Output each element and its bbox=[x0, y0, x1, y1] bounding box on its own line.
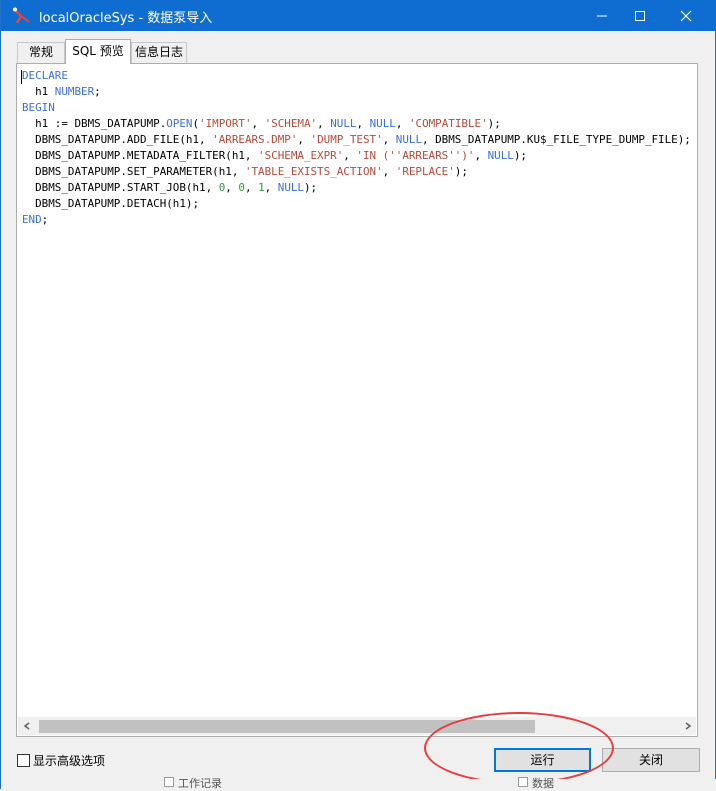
code-keyword: NULL bbox=[487, 149, 514, 162]
code-text: , bbox=[251, 117, 265, 130]
code-string: 'SCHEMA' bbox=[264, 117, 318, 130]
close-icon bbox=[680, 10, 692, 21]
code-string: 'IN (''ARREARS'')' bbox=[356, 149, 475, 162]
code-string: 'SCHEMA_EXPR' bbox=[258, 149, 344, 162]
code-text: , bbox=[264, 181, 278, 194]
sql-preview-editor[interactable]: DECLARE h1 NUMBER; BEGIN h1 := DBMS_DATAP… bbox=[16, 63, 698, 737]
scrollbar-thumb[interactable] bbox=[39, 720, 535, 733]
code-keyword: DECLARE bbox=[22, 69, 68, 82]
chevron-right-icon bbox=[685, 722, 691, 730]
code-string: 'COMPATIBLE' bbox=[408, 117, 488, 130]
horizontal-scrollbar[interactable] bbox=[18, 717, 696, 735]
code-line: h1 NUMBER; bbox=[22, 84, 697, 100]
show-advanced-checkbox[interactable] bbox=[17, 754, 30, 767]
sql-code: DECLARE h1 NUMBER; BEGIN h1 := DBMS_DATAP… bbox=[22, 68, 697, 228]
code-text: ); bbox=[304, 181, 318, 194]
code-text: h1 bbox=[22, 85, 55, 98]
code-keyword: NULL bbox=[395, 133, 423, 146]
scroll-right-button[interactable] bbox=[679, 717, 696, 735]
window-title-suffix: - 数据泵导入 bbox=[134, 11, 213, 26]
background-window-strip bbox=[1, 779, 716, 789]
run-button[interactable]: 运行 bbox=[494, 748, 591, 772]
code-line: DECLARE bbox=[22, 68, 697, 84]
minimize-icon bbox=[597, 15, 607, 16]
code-keyword: NUMBER bbox=[54, 85, 95, 98]
code-line: END; bbox=[22, 212, 697, 228]
code-text: DBMS_DATAPUMP.SET_PARAMETER(h1, bbox=[22, 165, 245, 178]
code-text: , bbox=[317, 117, 331, 130]
code-keyword: END bbox=[22, 213, 42, 226]
maximize-button[interactable] bbox=[617, 0, 663, 31]
code-text: DBMS_DATAPUMP.METADATA_FILTER(h1, bbox=[22, 149, 259, 162]
title-bar[interactable]: localOracleSys - 数据泵导入 bbox=[1, 0, 716, 31]
code-text: , bbox=[382, 133, 396, 146]
code-text: h1 := DBMS_DATAPUMP. bbox=[22, 117, 167, 130]
code-text: , bbox=[244, 181, 259, 194]
import-dialog-window: localOracleSys - 数据泵导入 常规 SQL 预览 信息日志 DE… bbox=[0, 0, 716, 790]
background-checkbox bbox=[518, 777, 528, 787]
code-text: , bbox=[395, 117, 409, 130]
code-line: DBMS_DATAPUMP.SET_PARAMETER(h1, 'TABLE_E… bbox=[22, 164, 697, 180]
code-text: ; bbox=[41, 213, 49, 226]
code-text: , bbox=[356, 117, 370, 130]
code-keyword: OPEN bbox=[166, 117, 193, 130]
code-keyword: NULL bbox=[369, 117, 396, 130]
code-text: , bbox=[297, 133, 311, 146]
code-string: 'IMPORT' bbox=[199, 117, 252, 130]
code-line: DBMS_DATAPUMP.METADATA_FILTER(h1, 'SCHEM… bbox=[22, 148, 697, 164]
tab-sql-preview[interactable]: SQL 预览 bbox=[65, 39, 131, 64]
close-window-button[interactable] bbox=[663, 0, 709, 31]
tab-info-log[interactable]: 信息日志 bbox=[131, 42, 187, 63]
code-text: DBMS_DATAPUMP.ADD_FILE(h1, bbox=[22, 133, 213, 146]
code-text: ); bbox=[454, 165, 468, 178]
code-string: 'DUMP_TEST' bbox=[310, 133, 383, 146]
code-text: , DBMS_DATAPUMP.KU$_FILE_TYPE_DUMP_FILE)… bbox=[422, 133, 691, 146]
scroll-left-button[interactable] bbox=[18, 717, 35, 735]
code-line: DBMS_DATAPUMP.ADD_FILE(h1, 'ARREARS.DMP'… bbox=[22, 132, 697, 148]
code-string: 'TABLE_EXISTS_ACTION' bbox=[244, 165, 383, 178]
background-checkbox bbox=[164, 777, 174, 787]
code-text: , bbox=[225, 181, 239, 194]
code-keyword: BEGIN bbox=[22, 101, 55, 114]
tab-general[interactable]: 常规 bbox=[17, 42, 65, 63]
code-text: , bbox=[382, 165, 396, 178]
chevron-left-icon bbox=[23, 722, 29, 730]
code-text: DBMS_DATAPUMP.START_JOB(h1, bbox=[22, 181, 219, 194]
code-line: DBMS_DATAPUMP.START_JOB(h1, 0, 0, 1, NUL… bbox=[22, 180, 697, 196]
code-text: , bbox=[474, 149, 488, 162]
code-text: DBMS_DATAPUMP.DETACH(h1); bbox=[22, 197, 200, 210]
code-line: BEGIN bbox=[22, 100, 697, 116]
code-keyword: NULL bbox=[330, 117, 357, 130]
code-string: 'REPLACE' bbox=[395, 165, 455, 178]
show-advanced-label[interactable]: 显示高级选项 bbox=[33, 752, 105, 769]
code-text: ); bbox=[487, 117, 501, 130]
navicat-app-icon bbox=[13, 7, 30, 24]
code-text: ; bbox=[94, 85, 101, 98]
code-text: , bbox=[343, 149, 357, 162]
maximize-icon bbox=[635, 10, 645, 21]
code-line: DBMS_DATAPUMP.DETACH(h1); bbox=[22, 196, 697, 212]
code-line: h1 := DBMS_DATAPUMP.OPEN('IMPORT', 'SCHE… bbox=[22, 116, 697, 132]
close-button[interactable]: 关闭 bbox=[602, 748, 700, 772]
window-title: localOracleSys - 数据泵导入 bbox=[39, 7, 212, 26]
code-keyword: NULL bbox=[277, 181, 304, 194]
window-app-name: localOracleSys bbox=[39, 11, 135, 26]
code-string: 'ARREARS.DMP' bbox=[212, 133, 298, 146]
code-text: ); bbox=[513, 149, 527, 162]
